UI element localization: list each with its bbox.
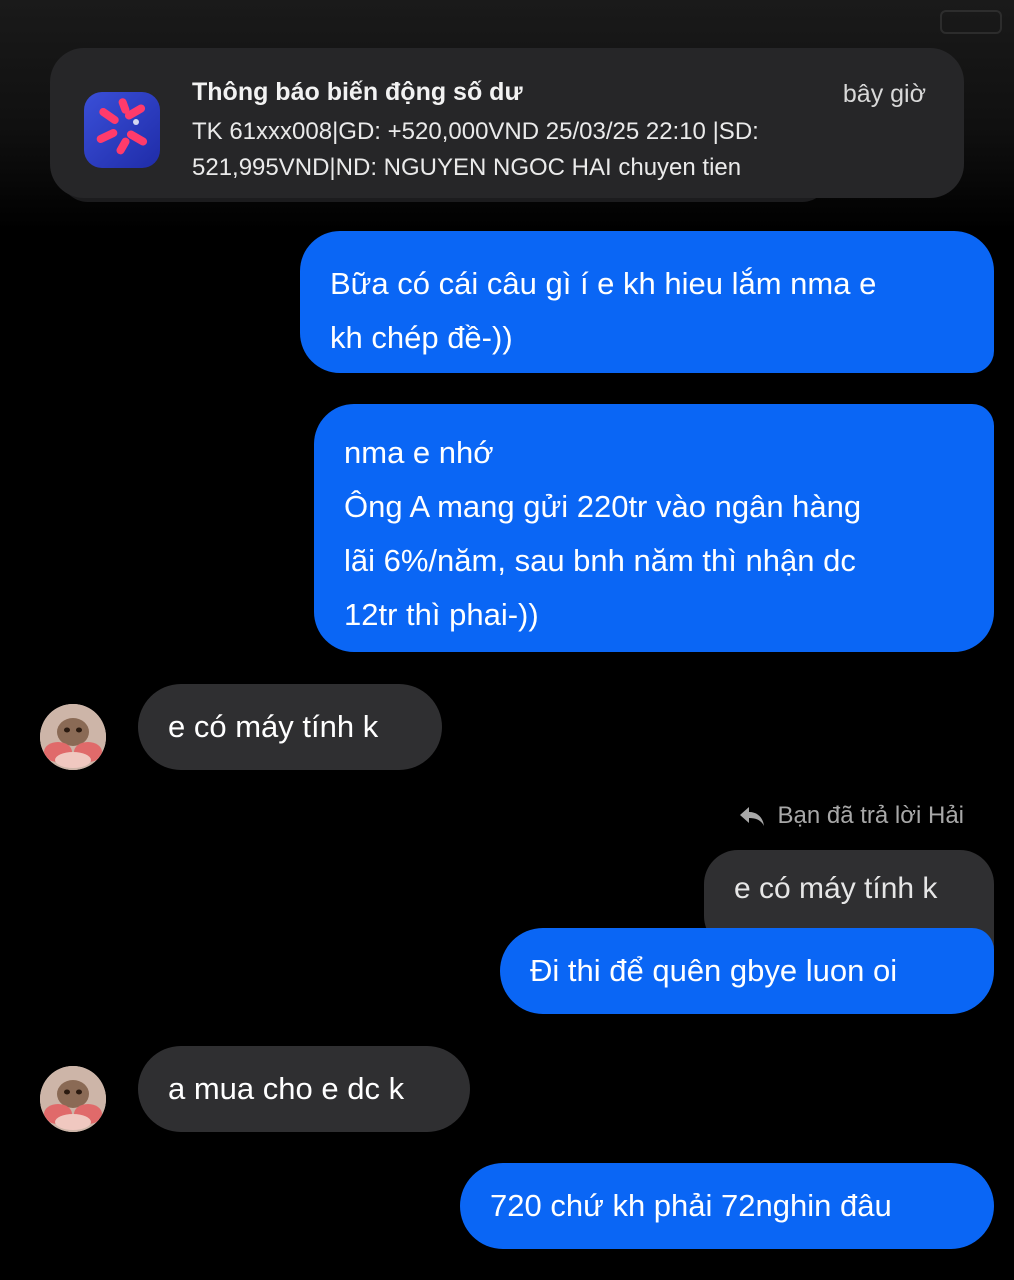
message-text: 12tr thì phai-)) [344, 597, 539, 632]
message-text: nma e nhớ [344, 435, 494, 470]
notification-title: Thông báo biến động số dư [192, 78, 523, 106]
bank-notification[interactable]: Thông báo biến động số dư bây giờ TK 61x… [50, 48, 964, 198]
notification-body-line: TK 61xxx008|GD: +520,000VND 25/03/25 22:… [192, 118, 759, 145]
message-bubble-incoming[interactable]: e có máy tính k [138, 684, 442, 770]
notification-body-line: 521,995VND|ND: NGUYEN NGOC HAI chuyen ti… [192, 154, 742, 181]
message-bubble-incoming[interactable]: a mua cho e dc k [138, 1046, 470, 1132]
status-bar-indicator [940, 10, 1002, 34]
contact-avatar[interactable] [40, 704, 106, 770]
star-molecule-app-icon [84, 92, 160, 168]
message-bubble-outgoing[interactable]: nma e nhớ Ông A mang gửi 220tr vào ngân … [314, 404, 994, 652]
notification-time: bây giờ [842, 80, 926, 108]
message-bubble-outgoing[interactable]: 720 chứ kh phải 72nghin đâu [460, 1163, 994, 1249]
message-text: 720 chứ kh phải 72nghin đâu [490, 1188, 892, 1223]
message-text: e có máy tính k [734, 872, 938, 905]
message-bubble-outgoing[interactable]: Đi thi để quên gbye luon oi [500, 928, 994, 1014]
contact-avatar[interactable] [40, 1066, 106, 1132]
notification-body: TK 61xxx008|GD: +520,000VND 25/03/25 22:… [192, 114, 932, 186]
message-bubble-outgoing[interactable]: Bữa có cái câu gì í e kh hieu lắm nma e … [300, 231, 994, 373]
reply-label: Bạn đã trả lời Hải [777, 802, 965, 829]
message-text: a mua cho e dc k [168, 1071, 405, 1106]
message-text: Ông A mang gửi 220tr vào ngân hàng [344, 489, 862, 524]
message-text: Bữa có cái câu gì í e kh hieu lắm nma e [330, 266, 877, 301]
reply-indicator: Bạn đã trả lời Hải [738, 802, 965, 830]
message-text: e có máy tính k [168, 709, 379, 744]
chat-screen: Thông báo biến động số dư bây giờ TK 61x… [0, 0, 1014, 1280]
message-text: lãi 6%/năm, sau bnh năm thì nhận dc [344, 543, 856, 578]
reply-arrow-icon [738, 804, 766, 828]
message-text: Đi thi để quên gbye luon oi [530, 953, 898, 988]
message-text: kh chép đề-)) [330, 320, 513, 355]
